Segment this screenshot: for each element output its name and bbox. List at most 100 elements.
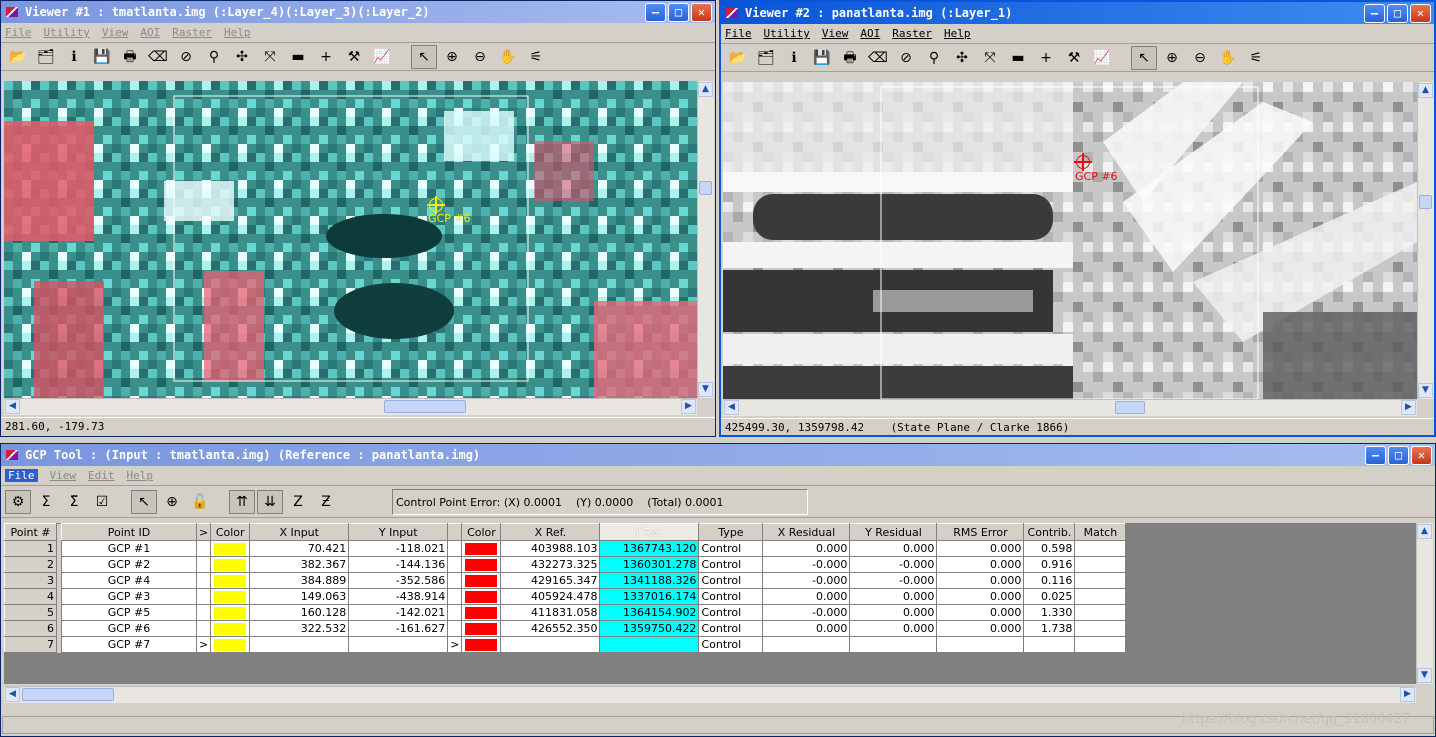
y-input-cell[interactable]: -352.586 (348, 572, 449, 589)
type-cell[interactable]: Control (698, 588, 764, 605)
y-input-cell[interactable] (348, 636, 449, 653)
arrow2-cell[interactable] (447, 556, 463, 573)
menu-view[interactable]: View (822, 27, 849, 40)
ref-color-swatch[interactable] (465, 574, 498, 587)
graph-icon[interactable]: 📈 (369, 45, 395, 69)
col-header-arrow2[interactable] (447, 523, 463, 541)
scroll-thumb[interactable] (699, 181, 712, 195)
scroll-thumb[interactable] (384, 400, 466, 413)
x-ref-cell[interactable]: 429165.347 (500, 572, 601, 589)
sigma-auto-icon[interactable]: Σ̃ (61, 490, 87, 514)
ref-color-cell[interactable] (461, 636, 502, 653)
arrow2-cell[interactable] (447, 588, 463, 605)
zoom-in-icon[interactable]: ⊕ (1159, 46, 1185, 70)
pan-hand-icon[interactable]: ✋ (495, 45, 521, 69)
create-gcp-icon[interactable]: ⊕ (159, 490, 185, 514)
ref-color-cell[interactable] (461, 588, 502, 605)
fit-icon[interactable]: ⤧ (257, 45, 283, 69)
maximize-button[interactable]: □ (668, 2, 689, 22)
viewer1-hscrollbar[interactable]: ◀ ▶ (4, 398, 697, 415)
roam-icon[interactable]: ✣ (949, 46, 975, 70)
y-input-cell[interactable]: -438.914 (348, 588, 449, 605)
ref-color-swatch[interactable] (465, 590, 498, 603)
scroll-left-icon[interactable]: ◀ (5, 399, 20, 414)
eraser-icon[interactable]: ⌫ (145, 45, 171, 69)
contrib-cell[interactable]: 1.738 (1023, 620, 1076, 637)
col-header-y-input[interactable]: Y Input (348, 523, 449, 541)
minimize-button[interactable]: – (645, 2, 666, 22)
select-arrow-icon[interactable]: ↖ (411, 44, 437, 69)
open-layer-icon[interactable]: 🗂 (33, 45, 59, 69)
arrow-cell[interactable] (195, 556, 212, 573)
scroll-down-icon[interactable]: ▼ (698, 382, 713, 397)
arrow-cell[interactable] (195, 604, 212, 621)
arrow-cell[interactable] (195, 540, 212, 557)
hammer-icon[interactable]: ⚒ (341, 45, 367, 69)
y-residual-cell[interactable] (849, 636, 938, 653)
col-header-x-ref[interactable]: X Ref. (500, 523, 601, 541)
menu-utility[interactable]: Utility (44, 26, 90, 39)
col-header-type[interactable]: Type (698, 523, 764, 541)
menu-view[interactable]: View (102, 26, 129, 39)
y-residual-cell[interactable]: 0.000 (849, 620, 938, 637)
x-ref-cell[interactable]: 403988.103 (500, 540, 601, 557)
x-ref-cell[interactable]: 411831.058 (500, 604, 601, 621)
scroll-left-icon[interactable]: ◀ (724, 400, 739, 415)
y-residual-cell[interactable]: -0.000 (849, 572, 938, 589)
col-header-x-residual[interactable]: X Residual (762, 523, 851, 541)
gcp-marker-icon[interactable] (1074, 153, 1092, 171)
row-number[interactable]: 2 (4, 556, 57, 573)
scroll-up-icon[interactable]: ▲ (1418, 83, 1433, 98)
eraser-icon[interactable]: ⌫ (865, 46, 891, 70)
scroll-thumb[interactable] (1115, 401, 1145, 414)
arrow2-cell[interactable] (447, 540, 463, 557)
point-id-cell[interactable]: GCP #2 (61, 556, 197, 573)
x-residual-cell[interactable] (762, 636, 851, 653)
viewer2-titlebar[interactable]: Viewer #2 : panatlanta.img (:Layer_1) – … (721, 2, 1434, 24)
type-cell[interactable]: Control (698, 572, 764, 589)
clear-icon[interactable]: ⊘ (893, 46, 919, 70)
type-cell[interactable]: Control (698, 604, 764, 621)
x-residual-cell[interactable]: -0.000 (762, 572, 851, 589)
table-row[interactable]: 3 GCP #4 384.889 -352.586 429165.347 1341188.… (4, 572, 1127, 589)
scroll-right-icon[interactable]: ▶ (681, 399, 696, 414)
y-input-cell[interactable]: -161.627 (348, 620, 449, 637)
close-button[interactable]: ✕ (1410, 3, 1431, 23)
maximize-button[interactable]: □ (1387, 3, 1408, 23)
point-id-cell[interactable]: GCP #4 (61, 572, 197, 589)
hammer-icon[interactable]: ⚒ (1061, 46, 1087, 70)
input-color-cell[interactable] (210, 540, 251, 557)
x-residual-cell[interactable]: 0.000 (762, 620, 851, 637)
input-color-swatch[interactable] (214, 558, 247, 571)
close-button[interactable]: ✕ (691, 2, 712, 22)
lock-icon[interactable]: 🔓 (187, 490, 213, 514)
select-gcp-arrow-icon[interactable]: ↖ (131, 489, 157, 514)
print-icon[interactable]: 🖶 (837, 46, 863, 70)
x-ref-cell[interactable]: 405924.478 (500, 588, 601, 605)
input-color-swatch[interactable] (214, 638, 247, 651)
match-cell[interactable] (1074, 588, 1127, 605)
x-input-cell[interactable]: 322.532 (249, 620, 350, 637)
z-value-icon[interactable]: Z (285, 490, 311, 514)
menu-help[interactable]: Help (127, 469, 154, 482)
gcp-tool-titlebar[interactable]: GCP Tool : (Input : tmatlanta.img) (Refe… (1, 444, 1435, 466)
scroll-thumb[interactable] (22, 688, 114, 701)
point-id-cell[interactable]: GCP #6 (61, 620, 197, 637)
link-icon[interactable]: ⚟ (523, 45, 549, 69)
menu-utility[interactable]: Utility (764, 27, 810, 40)
col-header-y-residual[interactable]: Y Residual (849, 523, 938, 541)
x-input-cell[interactable]: 149.063 (249, 588, 350, 605)
x-ref-cell[interactable]: 426552.350 (500, 620, 601, 637)
minimize-button[interactable]: – (1365, 445, 1386, 465)
y-ref-cell[interactable]: 1341188.326 (599, 572, 700, 589)
y-residual-cell[interactable]: 0.000 (849, 540, 938, 557)
y-input-cell[interactable]: -144.136 (348, 556, 449, 573)
input-color-swatch[interactable] (214, 622, 247, 635)
rms-error-cell[interactable] (936, 636, 1025, 653)
y-input-cell[interactable]: -118.021 (348, 540, 449, 557)
print-icon[interactable]: 🖶 (117, 45, 143, 69)
match-cell[interactable] (1074, 620, 1127, 637)
rms-error-cell[interactable]: 0.000 (936, 604, 1025, 621)
viewer1-titlebar[interactable]: Viewer #1 : tmatlanta.img (:Layer_4)(:La… (1, 1, 715, 23)
arrow2-cell[interactable] (447, 572, 463, 589)
